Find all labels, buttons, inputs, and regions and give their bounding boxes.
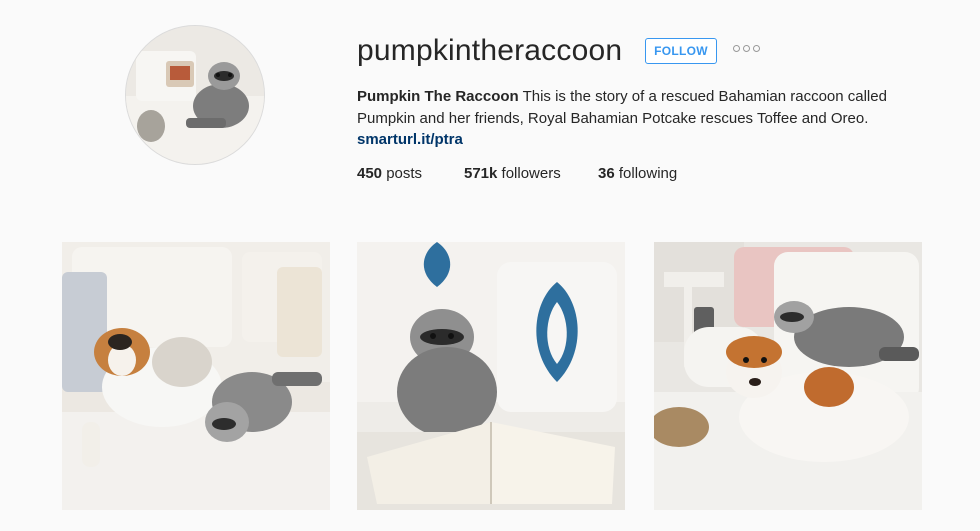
ellipsis-icon — [753, 45, 760, 52]
follow-button[interactable]: FOLLOW — [645, 38, 717, 64]
post-thumbnail-3[interactable] — [654, 242, 922, 510]
following-count: 36 — [598, 165, 615, 182]
stat-posts: 450 posts — [357, 164, 422, 184]
posts-count: 450 — [357, 165, 383, 182]
stat-followers[interactable]: 571k followers — [464, 164, 561, 184]
posts-label: posts — [382, 165, 423, 182]
post-image — [62, 242, 330, 510]
bio-full-name: Pumpkin The Raccoon — [357, 88, 519, 105]
bio-link[interactable]: smarturl.it/ptra — [357, 130, 463, 150]
post-image — [654, 242, 922, 510]
stat-following[interactable]: 36 following — [598, 164, 677, 184]
following-label: following — [614, 165, 678, 182]
followers-count: 571k — [464, 165, 498, 182]
profile-avatar[interactable] — [125, 25, 265, 165]
ellipsis-icon — [743, 45, 750, 52]
post-thumbnail-2[interactable] — [357, 242, 625, 510]
more-options-button[interactable] — [733, 45, 760, 52]
avatar-image — [126, 26, 264, 164]
profile-bio: Pumpkin The Raccoon This is the story of… — [357, 86, 917, 130]
post-thumbnail-1[interactable] — [62, 242, 330, 510]
post-image — [357, 242, 625, 510]
profile-username: pumpkintheraccoon — [357, 34, 623, 67]
followers-label: followers — [497, 165, 561, 182]
ellipsis-icon — [733, 45, 740, 52]
